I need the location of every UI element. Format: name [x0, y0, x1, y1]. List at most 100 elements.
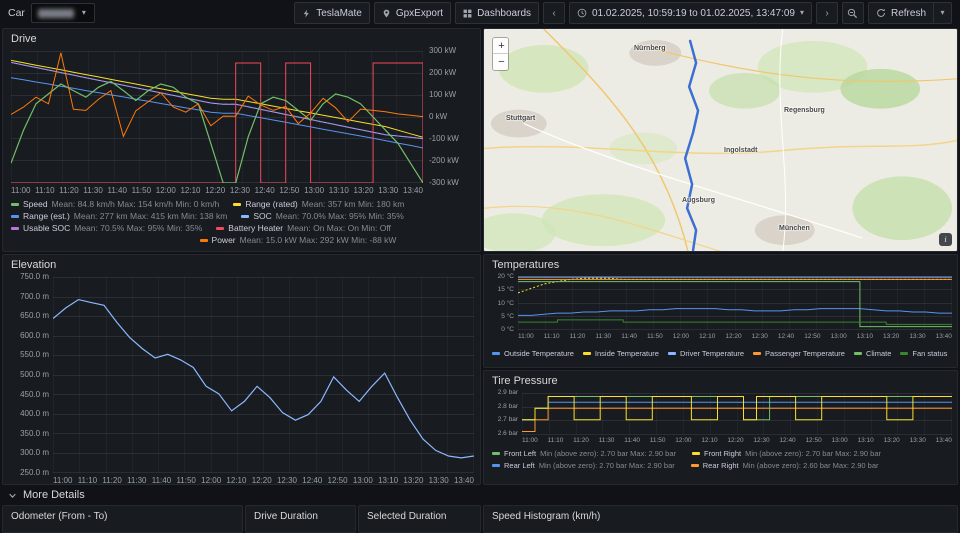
y-tick-label: 700.0 m [20, 291, 49, 301]
x-tick-label: 11:00 [522, 437, 538, 444]
x-tick-label: 11:40 [151, 476, 172, 485]
legend-stats: Mean: On Max: On Min: Off [287, 223, 391, 233]
x-tick-label: 13:20 [403, 476, 424, 485]
series-color-dot [692, 452, 701, 455]
x-tick-label: 12:50 [327, 476, 348, 485]
more-details-collapse-row[interactable]: More Details [2, 487, 958, 503]
series-color-dot [853, 352, 862, 355]
legend-item-range-est[interactable]: Range (est.) Mean: 277 km Max: 415 km Mi… [11, 211, 227, 221]
elevation-y-axis: 750.0 m 700.0 m 650.0 m 600.0 m 550.0 m 500.0… [5, 272, 49, 478]
x-tick-label: 12:10 [699, 333, 716, 340]
panel-temperatures: Temperatures 20 °C 15 °C 10 °C 5 °C 0 °C 11:… [483, 254, 958, 368]
y-tick-label: 300 kW [429, 46, 457, 55]
drive-duration-panel-title[interactable]: Drive Duration [246, 506, 355, 522]
x-tick-label: 13:00 [304, 186, 325, 195]
legend-item-inside-temperature[interactable]: Inside Temperature [582, 349, 659, 358]
x-tick-label: 13:10 [857, 437, 874, 444]
x-tick-label: 13:10 [328, 186, 349, 195]
legend-item-soc[interactable]: SOC Mean: 70.0% Max: 95% Min: 35% [241, 211, 404, 221]
series-color-dot [667, 352, 676, 355]
refresh-interval-dropdown-button[interactable]: ▾ [934, 2, 952, 24]
time-range-button[interactable]: 01.02.2025, 10:59:19 to 01.02.2025, 13:4… [569, 2, 812, 24]
legend-label: Outside Temperature [504, 349, 574, 358]
time-range-back-button[interactable]: ‹ [543, 2, 565, 24]
y-tick-label: 400.0 m [20, 409, 49, 419]
elevation-panel-title[interactable]: Elevation [3, 255, 480, 271]
car-select[interactable]: ▾ [30, 3, 95, 23]
x-tick-label: 11:50 [646, 333, 663, 340]
tire-pressure-panel-title[interactable]: Tire Pressure [484, 371, 957, 387]
legend-item-battery-heater[interactable]: Battery Heater Mean: On Max: On Min: Off [216, 223, 391, 233]
drive-chart-plot[interactable] [10, 51, 424, 184]
series-color-dot [492, 452, 500, 455]
time-range-forward-button[interactable]: › [815, 2, 838, 24]
legend-item-usable-soc[interactable]: Usable SOC Mean: 70.5% Max: 95% Min: 35% [11, 223, 202, 233]
x-tick-label: 13:30 [378, 186, 399, 195]
y-tick-label: 450.0 m [20, 389, 49, 399]
x-tick-label: 11:10 [35, 186, 55, 195]
temperatures-chart-plot[interactable] [517, 276, 952, 330]
teslamate-button[interactable]: TeslaMate [294, 2, 370, 24]
y-tick-label: 550.0 m [20, 350, 49, 360]
legend-label: Rear Right [702, 461, 739, 470]
x-tick-label: 11:40 [621, 333, 637, 340]
chart-canvas [517, 276, 952, 330]
legend-item-rear-right[interactable]: Rear Right Min (above zero): 2.60 bar Ma… [690, 461, 879, 470]
temperatures-panel-title[interactable]: Temperatures [484, 255, 957, 271]
temperatures-y-axis: 20 °C 15 °C 10 °C 5 °C 0 °C [488, 273, 514, 333]
legend-item-range-rated[interactable]: Range (rated) Mean: 357 km Min: 180 km [233, 199, 404, 209]
x-tick-label: 13:20 [883, 437, 900, 444]
panel-map: Nürnberg Stuttgart Regensburg Ingolstadt Aug… [483, 28, 958, 252]
legend-item-power[interactable]: Power Mean: 15.0 kW Max: 292 kW Min: -88… [199, 235, 396, 245]
legend-stats: Min (above zero): 2.60 bar Max: 2.90 bar [742, 461, 879, 470]
map-zoom-in-button[interactable]: + [493, 38, 508, 54]
chart-canvas [52, 277, 475, 473]
x-tick-label: 11:40 [624, 437, 640, 444]
legend-item-climate[interactable]: Climate [853, 349, 891, 358]
speed-histogram-panel-title[interactable]: Speed Histogram (km/h) [484, 506, 957, 522]
elevation-chart-plot[interactable] [52, 277, 475, 473]
legend-label: Usable SOC [23, 223, 71, 233]
y-tick-label: -300 kW [429, 178, 459, 187]
tire-chart-plot[interactable] [522, 393, 952, 435]
chevron-left-icon: ‹ [552, 7, 556, 19]
series-color-dot [233, 202, 242, 206]
refresh-button[interactable]: Refresh [867, 2, 934, 24]
selected-duration-panel-title[interactable]: Selected Duration [359, 506, 480, 522]
y-tick-label: 600.0 m [20, 330, 49, 340]
panel-odometer: Odometer (From - To) [2, 505, 243, 533]
gpxexport-button[interactable]: GpxExport [373, 2, 452, 24]
dashboards-button[interactable]: Dashboards [455, 2, 539, 24]
map-attribution-button[interactable]: i [939, 233, 952, 246]
legend-item-speed[interactable]: Speed Mean: 84.8 km/h Max: 154 km/h Min:… [11, 199, 219, 209]
time-zoom-out-button[interactable] [841, 2, 864, 24]
legend-item-fan-status[interactable]: Fan status [900, 349, 947, 358]
panel-elevation: Elevation 750.0 m 700.0 m 650.0 m 600.0 m 55… [2, 254, 481, 485]
x-tick-label: 11:40 [107, 186, 127, 195]
legend-item-outside-temperature[interactable]: Outside Temperature [492, 349, 574, 358]
map-zoom-out-button[interactable]: − [493, 54, 508, 70]
x-tick-label: 11:50 [176, 476, 196, 485]
legend-stats: Mean: 357 km Min: 180 km [301, 199, 405, 209]
drive-panel-title[interactable]: Drive [3, 29, 480, 45]
map[interactable]: Nürnberg Stuttgart Regensburg Ingolstadt Aug… [484, 29, 957, 251]
legend-item-front-right[interactable]: Front Right Min (above zero): 2.70 bar M… [692, 449, 881, 458]
legend-stats: Mean: 277 km Max: 415 km Min: 138 km [73, 211, 228, 221]
legend-stats: Min (above zero): 2.70 bar Max: 2.90 bar [538, 461, 675, 470]
chart-canvas [522, 393, 952, 435]
legend-item-front-left[interactable]: Front Left Min (above zero): 2.70 bar Ma… [492, 449, 676, 458]
x-tick-label: 12:00 [155, 186, 176, 195]
y-tick-label: 2.6 bar [497, 429, 518, 437]
legend-item-rear-left[interactable]: Rear Left Min (above zero): 2.70 bar Max… [492, 461, 675, 470]
legend-label: Rear Left [504, 461, 535, 470]
drive-legend: Speed Mean: 84.8 km/h Max: 154 km/h Min:… [11, 199, 474, 233]
more-details-label: More Details [23, 489, 85, 501]
odometer-panel-title[interactable]: Odometer (From - To) [3, 506, 242, 522]
chevron-down-icon: ▾ [799, 8, 804, 17]
map-city-label: München [779, 225, 810, 232]
x-tick-label: 12:40 [254, 186, 275, 195]
legend-item-driver-temperature[interactable]: Driver Temperature [667, 349, 744, 358]
x-tick-label: 11:30 [83, 186, 103, 195]
legend-item-passenger-temperature[interactable]: Passenger Temperature [753, 349, 845, 358]
map-city-label: Augsburg [682, 197, 716, 204]
